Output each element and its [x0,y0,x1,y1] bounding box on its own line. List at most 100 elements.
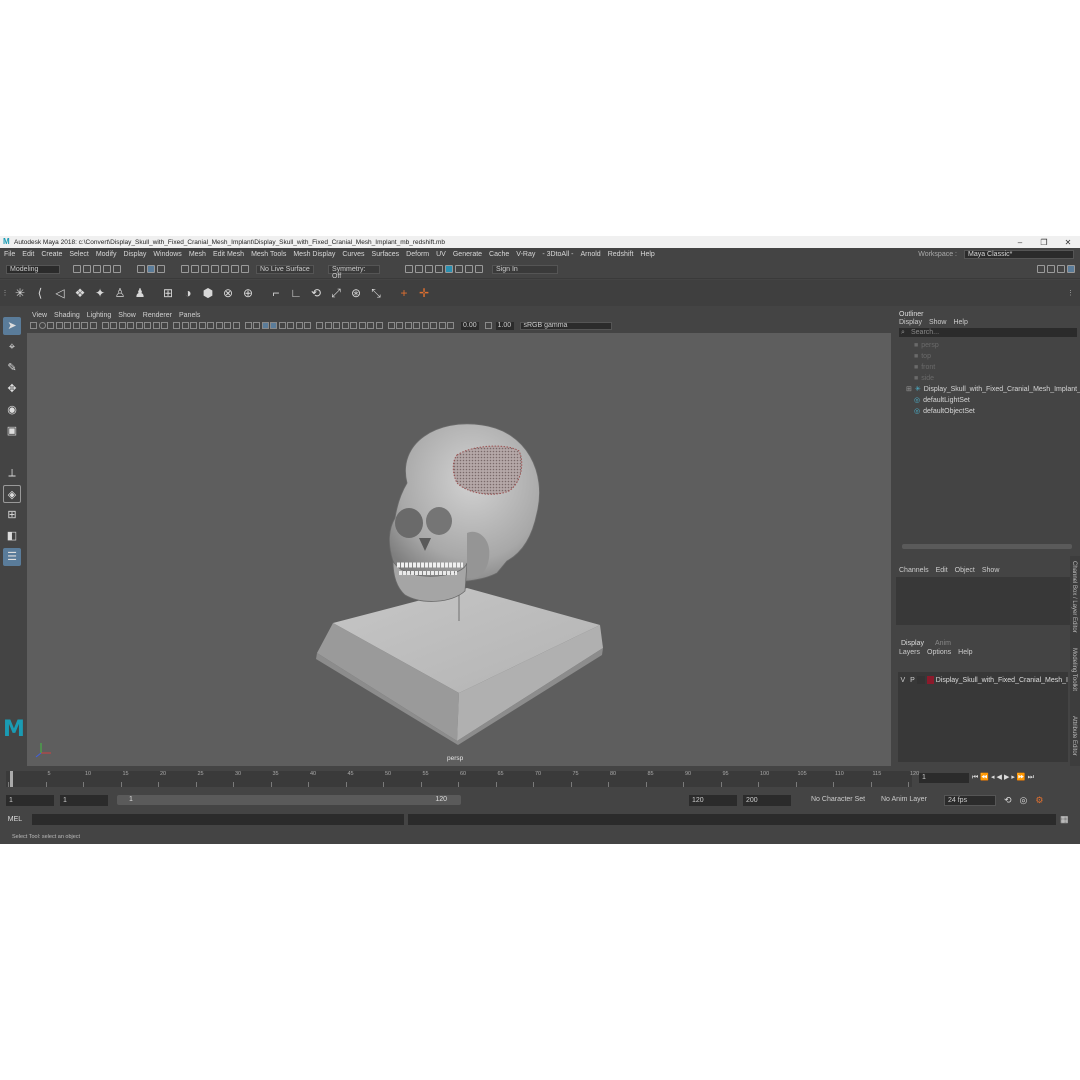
menu-create[interactable]: Create [41,251,62,258]
menu-surfaces[interactable]: Surfaces [372,251,400,258]
viewport-tool-icon[interactable] [89,322,97,329]
close-icon[interactable]: ✕ [1056,238,1080,247]
outliner-menu-show[interactable]: Show [929,319,947,326]
constraint-parent-icon[interactable]: ⊛ [349,286,363,300]
viewport-tool-icon[interactable] [47,322,54,329]
constraint-pole-icon[interactable]: ⤡ [369,286,383,300]
outliner-search[interactable]: ⌕ Search... [899,328,1077,337]
menu-file[interactable]: File [4,251,15,258]
outliner-layout-icon[interactable]: ☰ [3,548,21,566]
outliner-scrollbar[interactable] [902,544,1072,549]
viewport-tool-icon[interactable] [110,322,117,329]
viewport-tool-icon[interactable] [278,322,286,329]
paint-select-icon[interactable]: ◁ [53,286,67,300]
viewport-tool-icon[interactable] [207,322,214,329]
preferences-icon[interactable]: ⚙ [1035,795,1043,806]
viewport-menu-renderer[interactable]: Renderer [143,312,172,319]
snap-grid-icon[interactable] [181,264,189,273]
viewport-tool-icon[interactable] [72,322,80,329]
layer-tab-display[interactable]: Display [901,640,924,647]
play-back-icon[interactable]: ◀ [997,774,1004,781]
viewport-tool-icon[interactable] [30,322,37,329]
constraint-point-icon[interactable]: ⌐ [269,286,283,300]
select-tool-icon[interactable]: ➤ [3,317,21,335]
range-bar[interactable]: 1 120 [117,795,461,805]
viewport-tool-icon[interactable] [215,322,223,329]
menu-edit[interactable]: Edit [22,251,34,258]
viewport-tool-icon[interactable] [38,322,46,329]
viewport-tool-icon[interactable] [135,322,143,329]
channel-menu-edit[interactable]: Edit [936,567,948,574]
viewport-tool-icon[interactable] [375,322,383,329]
command-language[interactable]: MEL [0,816,30,823]
shelf-tab-menu-icon[interactable]: ⋮ [0,289,10,297]
open-scene-icon[interactable] [83,264,91,273]
layer-menu-help[interactable]: Help [958,649,972,656]
menu-select[interactable]: Select [69,251,88,258]
constraint-scale-icon[interactable]: ⤢ [329,286,343,300]
lasso-tool-icon[interactable]: ⌖ [3,338,21,356]
viewport-tool-icon[interactable] [316,322,323,329]
viewport-tool-icon[interactable] [64,322,71,329]
outliner-item[interactable]: ■ top [896,351,1080,362]
shelf-scroll-icon[interactable]: ⋮ [1067,289,1074,297]
viewport-tool-icon[interactable] [152,322,160,329]
menu-windows[interactable]: Windows [153,251,181,258]
symmetry-field[interactable]: Symmetry: Off [328,265,380,280]
modeling-toolkit-icon[interactable] [1037,264,1045,273]
viewport-tool-icon[interactable] [413,322,420,329]
outliner-item[interactable]: ■ front [896,362,1080,373]
viewport-tool-icon[interactable] [387,322,395,329]
menu-mesh-display[interactable]: Mesh Display [293,251,335,258]
viewport-tool-icon[interactable] [224,322,231,329]
paint-tool-icon[interactable]: ✎ [3,359,21,377]
workspace-dropdown[interactable]: Maya Classic* [964,249,1074,259]
viewport-tool-icon[interactable] [358,322,366,329]
viewport-tool-icon[interactable] [244,322,252,329]
polygon-sphere-icon[interactable]: ◑ [181,286,195,300]
viewport-tool-icon[interactable] [396,322,403,329]
undo-icon[interactable] [103,264,111,273]
viewport-menu-show[interactable]: Show [118,312,136,319]
menu-generate[interactable]: Generate [453,251,482,258]
human-ik-icon[interactable]: ♙ [113,286,127,300]
locator-icon[interactable]: + [397,286,411,300]
start-time-field[interactable]: 1 [6,794,54,806]
sculpt-icon[interactable]: ⊕ [241,286,255,300]
ipr-render-icon[interactable] [425,264,433,273]
redo-icon[interactable] [113,264,121,273]
viewport-tool-icon[interactable] [81,322,88,329]
viewport-tool-icon[interactable] [144,322,151,329]
menu-curves[interactable]: Curves [342,251,364,258]
scale-tool-icon[interactable]: ▣ [3,422,21,440]
current-frame-field[interactable]: 1 [919,773,969,783]
gamma-field[interactable]: 1.00 [495,321,514,330]
four-view-icon[interactable]: ⊞ [3,506,21,524]
save-scene-icon[interactable] [93,264,101,273]
rotate-tool-icon[interactable]: ◉ [3,401,21,419]
viewport-tool-icon[interactable] [118,322,126,329]
lattice-icon[interactable]: ⬢ [201,286,215,300]
selection-icon[interactable]: ✳ [13,286,27,300]
menu-redshift[interactable]: Redshift [608,251,634,258]
select-component-icon[interactable] [157,264,165,273]
redshift-icon[interactable] [465,264,473,273]
menu-arnold[interactable]: Arnold [580,251,600,258]
arnold-icon[interactable] [475,264,483,273]
layer-row[interactable]: V P Display_Skull_with_Fixed_Cranial_Mes… [898,675,1068,685]
side-tab-modeling-toolkit[interactable]: Modeling Toolkit [1071,648,1077,691]
single-perspective-icon[interactable]: ◈ [3,485,21,503]
layer-playback[interactable]: P [908,677,918,684]
outliner-menu-display[interactable]: Display [899,319,922,326]
menu-display[interactable]: Display [123,251,146,258]
fps-dropdown[interactable]: 24 fps [944,794,996,806]
menu-modify[interactable]: Modify [96,251,117,258]
constraint-orient-icon[interactable]: ⟲ [309,286,323,300]
viewport-tool-icon[interactable] [190,322,197,329]
end-time-field[interactable]: 200 [743,794,791,806]
viewport-menu-lighting[interactable]: Lighting [87,312,112,319]
viewport-tool-icon[interactable] [198,322,206,329]
outliner-item[interactable]: ■ side [896,373,1080,384]
viewport-tool-icon[interactable] [181,322,189,329]
loop-icon[interactable]: ⟲ [1004,795,1012,806]
